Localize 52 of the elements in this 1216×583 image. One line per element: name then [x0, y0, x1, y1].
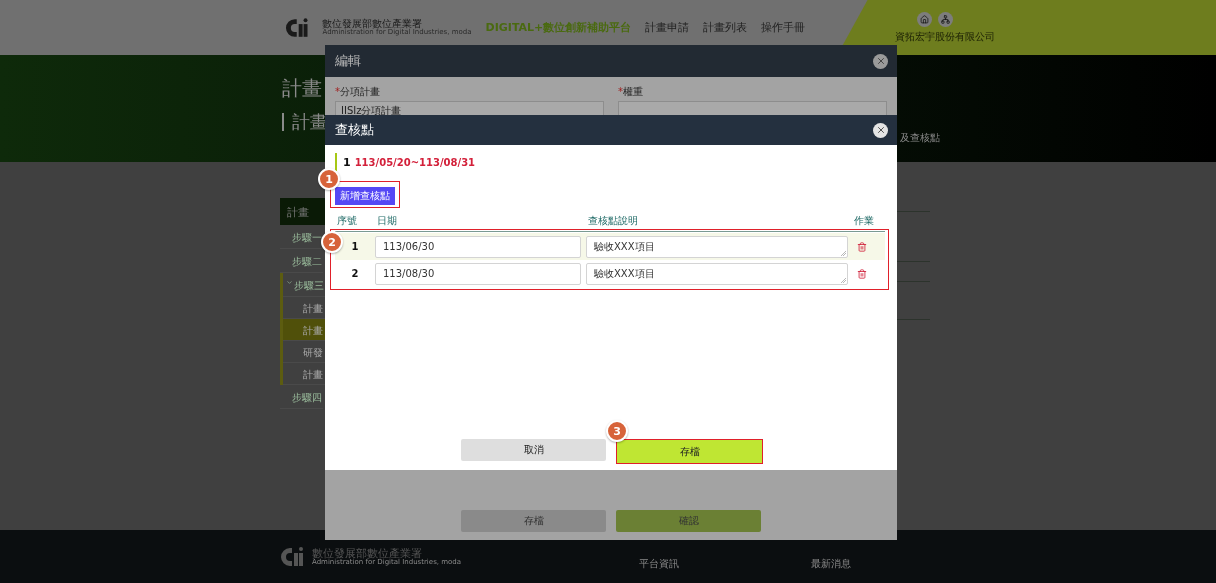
step-badge: 2: [321, 231, 343, 253]
title-bar-mark: [282, 113, 284, 131]
save-button[interactable]: 存檔: [616, 439, 763, 464]
sitemap-icon[interactable]: [938, 11, 954, 27]
close-button[interactable]: [873, 53, 888, 69]
column-header: 日期: [377, 214, 397, 228]
breadcrumb: 及查核點: [900, 131, 940, 145]
cancel-button[interactable]: 取消: [461, 439, 606, 461]
sidebar-header: 計畫: [280, 198, 325, 225]
chevron-icon: [286, 279, 293, 286]
company-name: 資拓宏宇股份有限公司: [895, 29, 996, 44]
page-subtitle: 計畫: [292, 110, 328, 134]
nav-link[interactable]: 操作手冊: [761, 20, 806, 35]
sidebar-item[interactable]: 步驟四: [280, 385, 323, 409]
resize-grip-icon[interactable]: [841, 250, 846, 256]
sidebar-item[interactable]: 步驟二: [280, 249, 323, 273]
platform-title: DIGITAL+數位創新補助平台: [485, 20, 632, 35]
field-label: *權重: [618, 85, 644, 99]
nav-link[interactable]: 計畫申請: [645, 20, 690, 35]
field-label: *分項計畫: [335, 85, 381, 99]
dialog-title: 查核點: [335, 121, 374, 139]
logo-icon: [280, 545, 304, 568]
resize-grip-icon[interactable]: [841, 277, 846, 283]
org-name: 數位發展部數位產業署: [312, 547, 422, 559]
page-title: 計畫: [282, 75, 322, 102]
step-badge: 3: [606, 420, 628, 442]
column-header: 查核點說明: [588, 214, 638, 228]
home-icon[interactable]: [917, 11, 933, 27]
description-textarea[interactable]: 驗收XXX項目: [586, 262, 848, 285]
org-name: 數位發展部數位產業署: [322, 19, 424, 29]
period-range: 113/05/20~113/08/31: [354, 156, 476, 168]
close-icon: [875, 56, 886, 66]
date-input[interactable]: 113/08/30: [375, 262, 581, 285]
period-index: 1: [343, 155, 351, 169]
dialog-button[interactable]: 存檔: [461, 510, 606, 532]
logo-icon: [285, 16, 309, 39]
column-header: 序號: [337, 214, 357, 228]
footer-link[interactable]: 最新消息: [811, 556, 852, 571]
footer-link[interactable]: 平台資訊: [639, 556, 680, 571]
row-number: 2: [350, 268, 360, 279]
dialog-button[interactable]: 確認: [616, 510, 761, 532]
step-badge: 1: [318, 168, 340, 190]
close-icon: [875, 125, 886, 135]
description-textarea[interactable]: 驗收XXX項目: [586, 235, 848, 258]
row-number: 1: [350, 241, 360, 252]
nav-link[interactable]: 計畫列表: [703, 20, 748, 35]
column-header: 作業: [854, 214, 874, 228]
sidebar-subitem[interactable]: 計畫: [283, 319, 325, 341]
close-button[interactable]: [873, 122, 888, 138]
add-checkpoint-button[interactable]: 新增查核點: [335, 187, 395, 205]
date-input[interactable]: 113/06/30: [375, 235, 581, 258]
dialog-title: 編輯: [335, 52, 361, 70]
